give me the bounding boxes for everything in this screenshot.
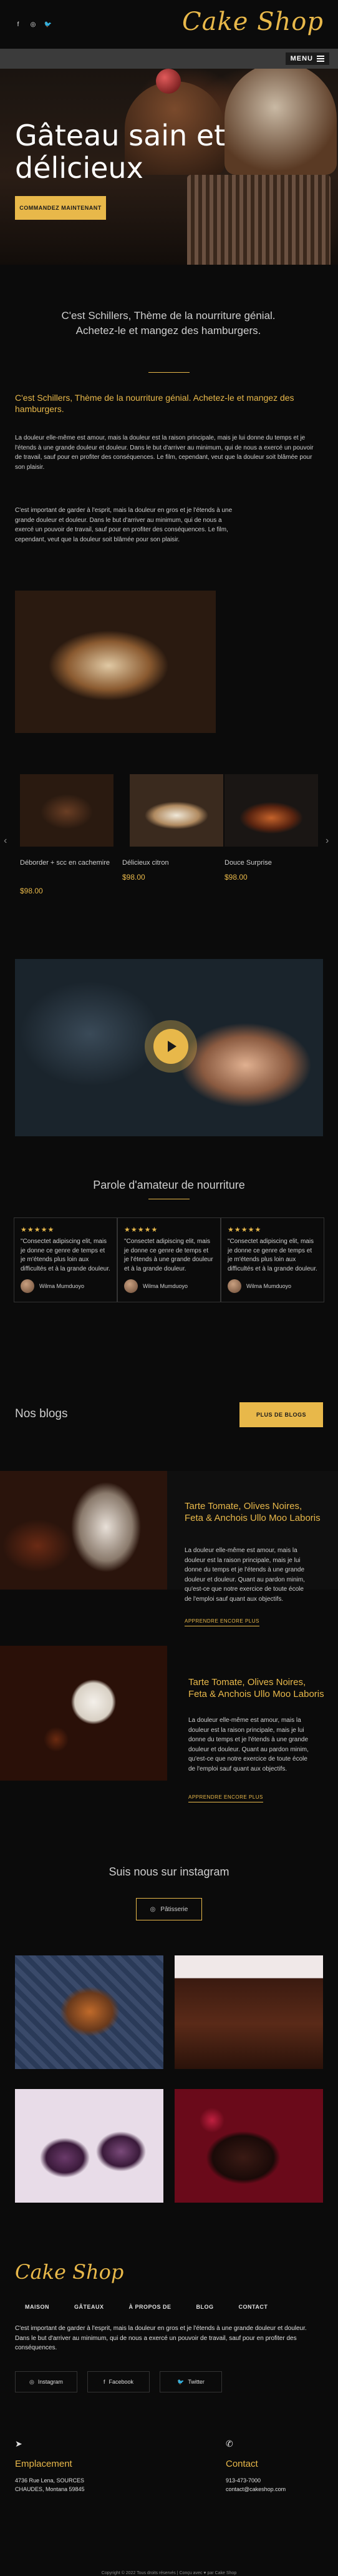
blog-card: Tarte Tomate, Olives Noires, Feta & Anch… (0, 1646, 338, 1781)
contact-label: Contact (226, 2459, 258, 2469)
reviews-title: Parole d'amateur de nourriture (93, 1179, 245, 1191)
footer-social-label: Twitter (188, 2379, 205, 2385)
play-button[interactable] (153, 1029, 188, 1064)
location-label: Emplacement (15, 2459, 72, 2469)
instagram-photo[interactable] (15, 1955, 163, 2069)
product-image[interactable] (225, 774, 318, 847)
order-now-button[interactable]: COMMANDEZ MAINTENANT (15, 196, 106, 220)
avatar (124, 1279, 138, 1293)
instagram-button[interactable]: ◎ Pâtisserie (136, 1898, 202, 1920)
product-price: $98.00 (122, 873, 145, 882)
footer-nav-blog[interactable]: BLOG (196, 2304, 214, 2310)
footer-nav-home[interactable]: MAISON (25, 2304, 49, 2310)
twitter-icon[interactable]: 🐦 (44, 20, 52, 29)
blog-image[interactable] (0, 1646, 167, 1781)
more-blogs-button[interactable]: PLUS DE BLOGS (239, 1402, 323, 1427)
avatar (228, 1279, 241, 1293)
footer-instagram-link[interactable]: ◎ Instagram (15, 2371, 77, 2392)
rating-stars: ★★★★★ (228, 1226, 262, 1234)
instagram-icon: ◎ (150, 1905, 156, 1913)
product-image[interactable] (20, 774, 113, 847)
phone-icon: ✆ (226, 2439, 233, 2449)
reviewer-name: Wilma Mumduoyo (246, 1283, 292, 1289)
rating-stars: ★★★★★ (21, 1226, 55, 1234)
top-bar: f ◎ 🐦 Cake Shop (0, 0, 338, 49)
footer-logo[interactable]: Cake Shop (15, 2260, 123, 2284)
review-card: ★★★★★ "Consectet adipiscing elit, mais j… (221, 1217, 324, 1302)
product-price: $98.00 (225, 873, 248, 882)
social-links: f ◎ 🐦 (14, 20, 52, 29)
hero-cupcake-image (225, 69, 337, 175)
learn-more-link[interactable]: APPRENDRE ENCORE PLUS (188, 1794, 263, 1802)
nav-bar: MENU (0, 49, 338, 69)
intro-paragraph: La douleur elle-même est amour, mais la … (15, 435, 314, 471)
play-icon (168, 1041, 176, 1052)
hero-banner: Gâteau sain et délicieux COMMANDEZ MAINT… (0, 69, 338, 265)
blog-title[interactable]: Tarte Tomate, Olives Noires, Feta & Anch… (185, 1501, 322, 1525)
blog-title[interactable]: Tarte Tomate, Olives Noires, Feta & Anch… (188, 1677, 326, 1701)
instagram-icon: ◎ (29, 2378, 34, 2385)
learn-more-link[interactable]: APPRENDRE ENCORE PLUS (185, 1618, 259, 1626)
menu-label: MENU (290, 55, 313, 62)
blog-excerpt: La douleur elle-même est amour, mais la … (188, 1717, 309, 1772)
site-logo[interactable]: Cake Shop (182, 7, 324, 36)
review-text: "Consectet adipiscing elit, mais je donn… (21, 1238, 110, 1272)
copyright: Copyright © 2022 Tous droits réservés | … (101, 2571, 237, 2575)
review-text: "Consectet adipiscing elit, mais je donn… (228, 1238, 317, 1272)
reviewer-name: Wilma Mumduoyo (39, 1283, 85, 1289)
blog-excerpt: La douleur elle-même est amour, mais la … (185, 1547, 305, 1603)
instagram-photo[interactable] (175, 2089, 323, 2203)
video-thumbnail[interactable] (15, 959, 323, 1136)
product-name[interactable]: Douce Surprise (225, 858, 318, 868)
instagram-title: Suis nous sur instagram (109, 1866, 229, 1878)
product-name[interactable]: Déborder + scc en cachemire (20, 858, 113, 868)
reviewer-name: Wilma Mumduoyo (143, 1283, 188, 1289)
cake-image (15, 591, 216, 733)
contact-phone[interactable]: 913-473-7000 (226, 2476, 261, 2485)
carousel-next-icon[interactable]: › (326, 835, 329, 847)
blog-image[interactable] (0, 1471, 167, 1590)
hamburger-icon (317, 54, 324, 63)
blogs-title: Nos blogs (15, 1407, 68, 1420)
blog-card: Tarte Tomate, Olives Noires, Feta & Anch… (0, 1471, 338, 1603)
cherry-image (156, 69, 181, 94)
intro-title: C'est Schillers, Thème de la nourriture … (61, 310, 276, 337)
contact-email[interactable]: contact@cakeshop.com (226, 2485, 286, 2494)
instagram-button-label: Pâtisserie (160, 1905, 188, 1913)
divider (148, 372, 190, 373)
instagram-photo[interactable] (175, 1955, 323, 2069)
footer-nav: MAISON GÂTEAUX À PROPOS DE BLOG CONTACT (25, 2304, 268, 2310)
footer-nav-about[interactable]: À PROPOS DE (129, 2304, 171, 2310)
product-image[interactable] (130, 774, 223, 847)
review-card: ★★★★★ "Consectet adipiscing elit, mais j… (14, 1217, 117, 1302)
instagram-icon[interactable]: ◎ (29, 20, 37, 29)
product-price: $98.00 (20, 887, 43, 895)
location-icon: ➤ (15, 2439, 22, 2449)
review-text: "Consectet adipiscing elit, mais je donn… (124, 1238, 213, 1272)
footer-twitter-link[interactable]: 🐦 Twitter (160, 2371, 222, 2392)
avatar (21, 1279, 34, 1293)
facebook-icon: f (103, 2379, 105, 2385)
footer-nav-cakes[interactable]: GÂTEAUX (74, 2304, 104, 2310)
facebook-icon[interactable]: f (14, 20, 22, 29)
carousel-prev-icon[interactable]: ‹ (4, 835, 7, 847)
footer-facebook-link[interactable]: f Facebook (87, 2371, 150, 2392)
footer-nav-contact[interactable]: CONTACT (239, 2304, 268, 2310)
instagram-photo[interactable] (15, 2089, 163, 2203)
footer-text: C'est important de garder à l'esprit, ma… (15, 2325, 307, 2351)
location-text: 4736 Rue Lena, SOURCES CHAUDES, Montana … (15, 2477, 85, 2493)
rating-stars: ★★★★★ (124, 1226, 158, 1234)
hero-cupcake-wrapper (187, 175, 331, 265)
menu-button[interactable]: MENU (285, 52, 329, 65)
twitter-icon: 🐦 (177, 2378, 185, 2385)
product-name[interactable]: Délicieux citron (122, 858, 216, 868)
intro-paragraph: C'est important de garder à l'esprit, ma… (15, 507, 233, 543)
intro-subtitle: C'est Schillers, Thème de la nourriture … (15, 393, 294, 415)
review-card: ★★★★★ "Consectet adipiscing elit, mais j… (117, 1217, 221, 1302)
footer-social-label: Facebook (109, 2379, 134, 2385)
footer-social-label: Instagram (37, 2379, 63, 2385)
hero-title: Gâteau sain et délicieux (15, 119, 226, 185)
